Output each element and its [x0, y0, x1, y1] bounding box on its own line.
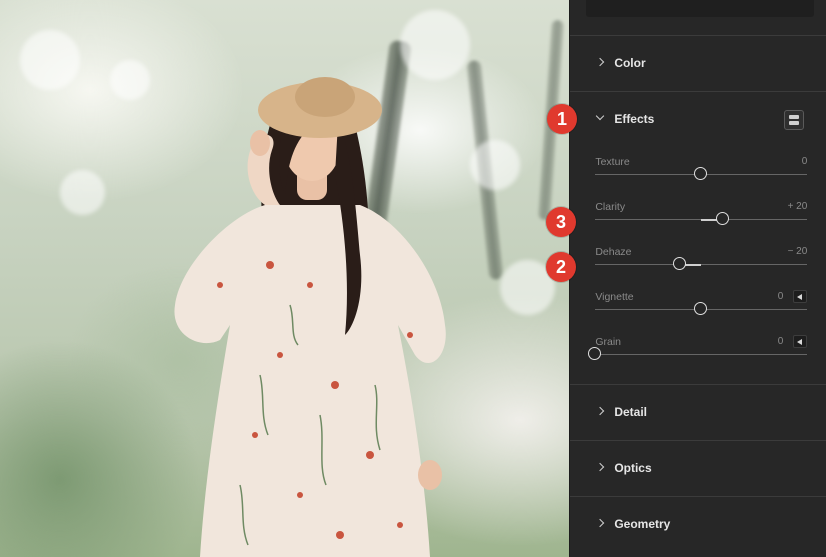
slider-clarity: Clarity + 20 — [595, 201, 808, 235]
section-effects-header[interactable]: Effects — [594, 109, 654, 129]
bokeh-light — [470, 140, 520, 190]
slider-thumb[interactable] — [694, 302, 708, 315]
slider-thumb[interactable] — [673, 257, 687, 270]
slider-label: Dehaze — [595, 246, 632, 258]
slider-track[interactable] — [595, 354, 808, 355]
bokeh-light — [60, 170, 105, 215]
slider-value[interactable]: 0 — [802, 156, 808, 167]
section-detail-label: Detail — [614, 405, 647, 419]
slider-thumb[interactable] — [588, 347, 602, 360]
woman-figure-illustration — [174, 77, 446, 557]
section-color-header[interactable]: Color — [594, 53, 645, 73]
slider-label: Clarity — [595, 201, 626, 213]
section-geometry-header[interactable]: Geometry — [594, 514, 670, 534]
chevron-right-icon — [594, 406, 606, 418]
section-divider — [570, 496, 826, 497]
section-effects-label: Effects — [614, 112, 655, 126]
app-window: Color Effects Texture 0 Clarity + 20 Deh… — [0, 0, 826, 557]
section-optics-label: Optics — [614, 461, 652, 475]
photo-preview[interactable] — [0, 0, 570, 557]
bokeh-light — [110, 60, 150, 100]
slider-thumb[interactable] — [715, 212, 729, 225]
bokeh-light — [20, 30, 80, 90]
slider-texture: Texture 0 — [595, 156, 808, 190]
chevron-right-icon — [594, 518, 606, 530]
slider-value[interactable]: 0 — [778, 336, 784, 347]
slider-label: Vignette — [595, 291, 634, 303]
chevron-right-icon — [594, 462, 606, 474]
callout-marker-1: 1 — [547, 104, 577, 134]
develop-panel: Color Effects Texture 0 Clarity + 20 Deh… — [569, 0, 826, 557]
slider-label: Texture — [595, 156, 630, 168]
slider-vignette: Vignette 0 — [595, 290, 808, 325]
slider-grain: Grain 0 — [588, 335, 808, 370]
section-geometry-label: Geometry — [614, 517, 671, 531]
callout-marker-2: 2 — [546, 252, 576, 282]
slider-track[interactable] — [595, 264, 808, 265]
slider-label: Grain — [595, 336, 621, 348]
section-divider — [570, 91, 826, 92]
panel-mode-icon[interactable] — [784, 110, 805, 130]
section-color-label: Color — [614, 56, 646, 70]
callout-marker-3: 3 — [546, 207, 576, 237]
panel-top-bar — [586, 0, 815, 17]
chevron-down-icon — [594, 113, 606, 126]
slider-value[interactable]: 0 — [778, 291, 784, 302]
slider-thumb[interactable] — [694, 167, 708, 180]
section-divider — [570, 440, 826, 441]
slider-dehaze: Dehaze − 20 — [595, 246, 808, 280]
chevron-right-icon — [594, 57, 606, 69]
section-detail-header[interactable]: Detail — [594, 402, 647, 422]
section-optics-header[interactable]: Optics — [594, 458, 651, 478]
section-divider — [570, 35, 826, 36]
slider-value[interactable]: − 20 — [788, 246, 808, 257]
triangle-left-icon[interactable] — [793, 290, 808, 303]
slider-value[interactable]: + 20 — [788, 201, 808, 212]
triangle-left-icon[interactable] — [793, 335, 808, 348]
section-divider — [570, 384, 826, 385]
